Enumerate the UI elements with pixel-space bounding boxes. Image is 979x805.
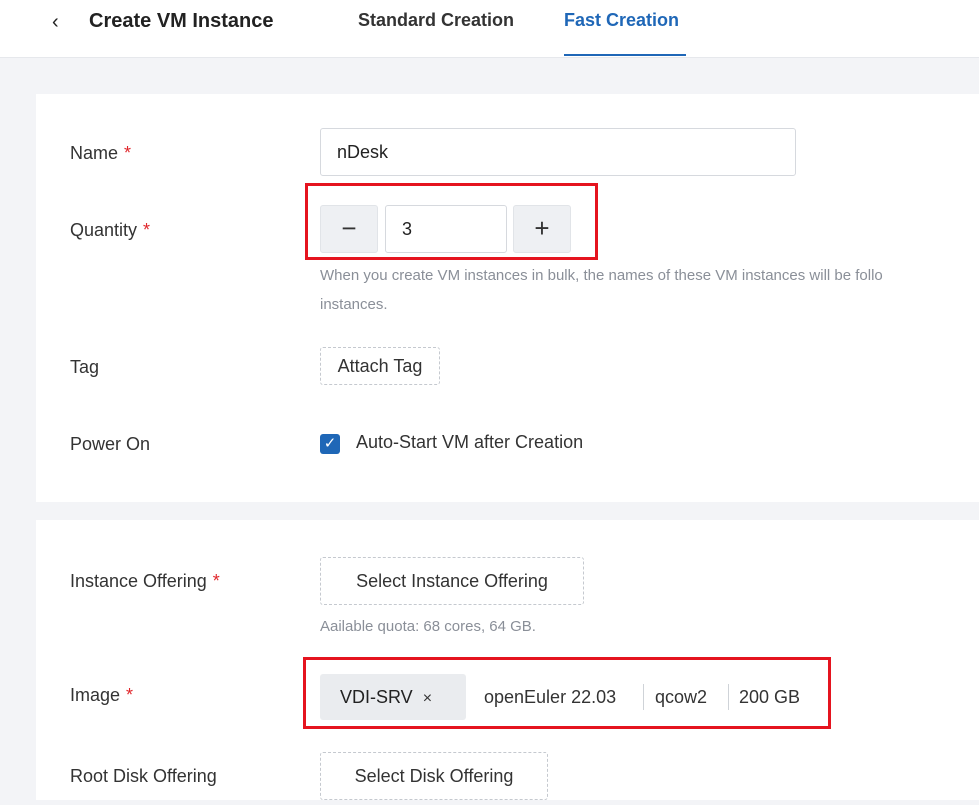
auto-start-label[interactable]: Auto-Start VM after Creation <box>356 432 583 453</box>
tab-fast-creation[interactable]: Fast Creation <box>564 10 679 31</box>
active-tab-indicator <box>564 54 686 56</box>
bottom-edge <box>36 800 979 805</box>
select-disk-offering-button[interactable]: Select Disk Offering <box>320 752 548 800</box>
image-label: Image * <box>70 685 134 705</box>
tab-standard-creation[interactable]: Standard Creation <box>358 10 514 31</box>
quota-hint: Aailable quota: 68 cores, 64 GB. <box>320 618 536 635</box>
select-instance-offering-button[interactable]: Select Instance Offering <box>320 557 584 605</box>
image-highlight-box <box>303 657 831 729</box>
root-disk-offering-label: Root Disk Offering <box>70 766 217 786</box>
quantity-hint: When you create VM instances in bulk, th… <box>320 267 883 284</box>
quantity-label: Quantity * <box>70 220 151 240</box>
chevron-left-icon[interactable]: ‹ <box>52 8 68 36</box>
instance-offering-label: Instance Offering * <box>70 571 220 591</box>
quantity-highlight-box <box>305 183 598 260</box>
page-title: Create VM Instance <box>89 10 274 32</box>
tag-label: Tag <box>70 357 100 377</box>
top-bar: ‹ Create VM Instance Standard Creation F… <box>0 0 979 58</box>
attach-tag-button[interactable]: Attach Tag <box>320 347 440 385</box>
quantity-hint-continued: instances. <box>320 296 388 313</box>
name-label: Name * <box>70 143 132 163</box>
auto-start-checkbox[interactable]: ✓ <box>320 434 340 454</box>
name-input[interactable]: nDesk <box>320 128 796 176</box>
power-on-label: Power On <box>70 434 151 454</box>
